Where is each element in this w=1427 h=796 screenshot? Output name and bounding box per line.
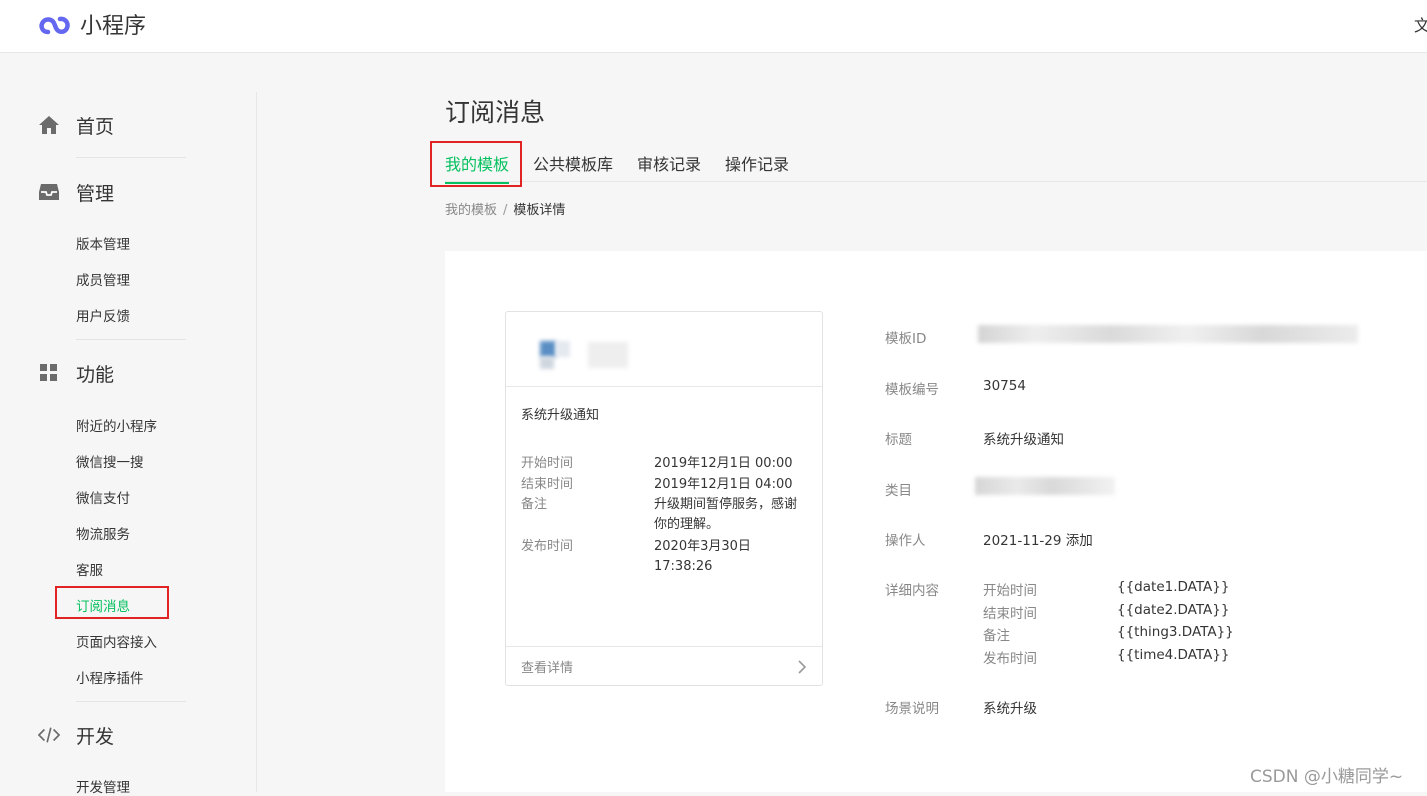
nav-separator: [76, 701, 186, 702]
content-field-label: 备注: [983, 628, 1010, 644]
breadcrumb-separator: /: [503, 203, 508, 218]
nav-item-service[interactable]: 客服: [76, 559, 103, 579]
chevron-right-icon: [798, 660, 807, 674]
nav-features[interactable]: 功能: [38, 358, 114, 388]
grid-icon: [38, 362, 60, 384]
app-name: 小程序: [80, 14, 147, 39]
detail-value: 系统升级通知: [983, 432, 1064, 448]
nav-item-version[interactable]: 版本管理: [76, 233, 130, 253]
content-field-value: {{date1.DATA}}: [1117, 579, 1230, 595]
nav-separator: [76, 157, 186, 158]
nav-item-pay[interactable]: 微信支付: [76, 487, 130, 507]
nav-item-dev-manage[interactable]: 开发管理: [76, 776, 130, 796]
nav-item-nearby[interactable]: 附近的小程序: [76, 415, 157, 435]
view-details-label: 查看详情: [521, 661, 574, 676]
nav-home[interactable]: 首页: [38, 110, 114, 140]
breadcrumb: 我的模板 / 模板详情: [445, 199, 565, 218]
top-right-text[interactable]: 文: [1414, 12, 1427, 36]
detail-label: 模板ID: [885, 331, 927, 347]
nav-item-search[interactable]: 微信搜一搜: [76, 451, 144, 471]
nav-manage-label: 管理: [76, 182, 115, 205]
blurred-category: [975, 477, 1115, 495]
card-row-label: 发布时间: [521, 539, 574, 554]
code-icon: [38, 724, 60, 746]
detail-label: 操作人: [885, 533, 926, 549]
nav-item-content[interactable]: 页面内容接入: [76, 631, 157, 651]
card-row-label: 开始时间: [521, 456, 574, 471]
detail-value: 系统升级: [983, 701, 1037, 717]
detail-label: 模板编号: [885, 382, 939, 398]
nav-develop-label: 开发: [76, 725, 115, 748]
inbox-icon: [38, 181, 60, 203]
detail-value: 2021-11-29 添加: [983, 533, 1093, 549]
card-row-value: 2020年3月30日17:38:26: [654, 539, 751, 574]
content-field-label: 结束时间: [983, 606, 1037, 622]
miniprogram-logo-icon[interactable]: [38, 8, 72, 38]
breadcrumb-current: 模板详情: [513, 203, 566, 218]
nav-item-members[interactable]: 成员管理: [76, 269, 130, 289]
blurred-template-id: [978, 325, 1358, 343]
nav-develop[interactable]: 开发: [38, 720, 114, 750]
nav-item-logistics[interactable]: 物流服务: [76, 523, 130, 543]
detail-value: 30754: [983, 378, 1026, 394]
nav-item-feedback[interactable]: 用户反馈: [76, 305, 130, 325]
view-details-link[interactable]: 查看详情: [506, 646, 822, 687]
page-title: 订阅消息: [445, 98, 546, 127]
card-row-label: 结束时间: [521, 477, 574, 492]
blurred-avatar: [540, 357, 554, 369]
sidebar-divider: [256, 92, 257, 792]
nav-item-plugin[interactable]: 小程序插件: [76, 667, 144, 687]
nav-home-label: 首页: [76, 115, 115, 138]
content-field-value: {{time4.DATA}}: [1117, 647, 1230, 663]
content-field-label: 发布时间: [983, 651, 1037, 667]
card-row-value: 2019年12月1日 00:00: [654, 456, 793, 471]
watermark: CSDN @小糖同学~: [1250, 767, 1404, 787]
tab-review-records[interactable]: 审核记录: [637, 151, 701, 183]
tab-public-library[interactable]: 公共模板库: [533, 151, 613, 183]
highlight-box-tab: [430, 141, 522, 187]
top-bar: 小程序 文: [0, 0, 1427, 53]
detail-label: 场景说明: [885, 701, 939, 717]
blurred-avatar: [540, 341, 556, 357]
content-field-value: {{date2.DATA}}: [1117, 602, 1230, 618]
highlight-box-subscribe: [55, 586, 169, 619]
breadcrumb-parent[interactable]: 我的模板: [445, 203, 497, 218]
detail-label: 类目: [885, 483, 912, 499]
detail-label: 标题: [885, 432, 912, 448]
card-title: 系统升级通知: [521, 408, 600, 423]
tab-operation-records[interactable]: 操作记录: [725, 151, 789, 183]
card-row-value: 2019年12月1日 04:00: [654, 477, 793, 492]
tab-underline-rule: [445, 181, 1427, 182]
detail-label: 详细内容: [885, 583, 939, 599]
blurred-name: [588, 342, 628, 368]
card-row-value: 升级期间暂停服务，感谢你的理解。: [654, 497, 798, 532]
content-field-label: 开始时间: [983, 583, 1037, 599]
home-icon: [38, 114, 60, 136]
content-field-value: {{thing3.DATA}}: [1117, 624, 1234, 640]
nav-features-label: 功能: [76, 363, 115, 386]
blurred-avatar: [556, 341, 570, 357]
nav-separator: [76, 339, 186, 340]
card-header: [506, 312, 822, 387]
template-preview-card: 系统升级通知 开始时间 2019年12月1日 00:00 结束时间 2019年1…: [505, 311, 823, 686]
nav-manage[interactable]: 管理: [38, 177, 114, 207]
card-row-label: 备注: [521, 497, 548, 512]
